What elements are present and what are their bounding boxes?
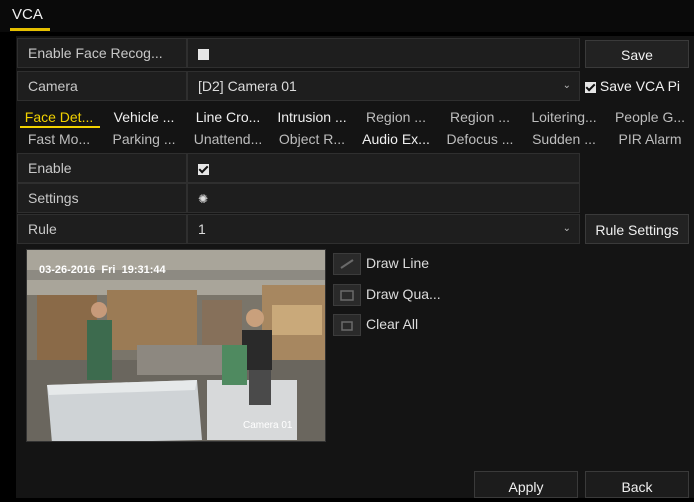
save-vca-label: Save VCA Pi: [599, 78, 681, 94]
timestamp-date: 03-26-2016: [39, 264, 96, 276]
camera-preview[interactable]: 03-26-2016 Fri 19:31:44 Camera 01: [26, 249, 326, 442]
tab-parking[interactable]: Parking ...: [103, 128, 185, 150]
apply-button[interactable]: Apply: [474, 471, 578, 498]
tab-pir-alarm[interactable]: PIR Alarm: [607, 128, 693, 150]
draw-quad-label[interactable]: Draw Qua...: [366, 286, 441, 302]
save-button[interactable]: Save: [585, 40, 689, 68]
chevron-down-icon: ⌄: [562, 223, 571, 234]
enable-cell: [187, 153, 580, 183]
tab-fast-moving[interactable]: Fast Mo...: [17, 128, 101, 150]
title-bar: [0, 0, 694, 32]
draw-line-icon[interactable]: [333, 253, 361, 275]
title-underline: [10, 28, 50, 31]
gear-icon[interactable]: ✺: [198, 192, 208, 206]
tab-intrusion[interactable]: Intrusion ...: [271, 106, 353, 128]
tab-region-exiting[interactable]: Region ...: [439, 106, 521, 128]
camera-select[interactable]: [D2] Camera 01 ⌄: [187, 71, 580, 101]
timestamp-day: Fri: [101, 264, 116, 276]
window-title: VCA: [12, 6, 43, 23]
rule-settings-button[interactable]: Rule Settings: [585, 214, 689, 244]
tabs-row-2: Fast Mo... Parking ... Unattend... Objec…: [17, 128, 694, 150]
tab-people-gathering[interactable]: People G...: [607, 106, 693, 128]
clear-all-label[interactable]: Clear All: [366, 316, 418, 332]
tab-audio-exception[interactable]: Audio Ex...: [355, 128, 437, 150]
save-vca-checkbox[interactable]: [585, 81, 596, 93]
draw-quad-icon[interactable]: [333, 284, 361, 306]
rule-value: 1: [198, 221, 206, 237]
timestamp-overlay: 03-26-2016 Fri 19:31:44: [39, 264, 166, 276]
tab-unattended-baggage[interactable]: Unattend...: [187, 128, 269, 150]
settings-cell: ✺: [187, 183, 580, 213]
tab-line-crossing[interactable]: Line Cro...: [187, 106, 269, 128]
draw-line-label[interactable]: Draw Line: [366, 255, 429, 271]
tab-defocus[interactable]: Defocus ...: [439, 128, 521, 150]
rule-select[interactable]: 1 ⌄: [187, 214, 580, 244]
tab-face-detection[interactable]: Face Det...: [17, 106, 101, 128]
camera-label: Camera: [17, 71, 187, 101]
chevron-down-icon: ⌄: [562, 80, 571, 91]
camera-value: [D2] Camera 01: [198, 78, 297, 94]
enable-label: Enable: [17, 153, 187, 183]
settings-label: Settings: [17, 183, 187, 213]
enable-face-cell: [187, 38, 580, 68]
tab-region-entrance[interactable]: Region ...: [355, 106, 437, 128]
enable-face-checkbox[interactable]: [198, 48, 209, 60]
save-vca-option[interactable]: Save VCA Pi: [585, 71, 694, 101]
clear-all-icon[interactable]: [333, 314, 361, 336]
tab-vehicle[interactable]: Vehicle ...: [103, 106, 185, 128]
warehouse-scene-image: [27, 250, 325, 441]
tab-sudden-scene-change[interactable]: Sudden ...: [523, 128, 605, 150]
tabs-row-1: Face Det... Vehicle ... Line Cro... Intr…: [17, 106, 694, 128]
rule-label: Rule: [17, 214, 187, 244]
back-button[interactable]: Back: [585, 471, 689, 498]
enable-face-label: Enable Face Recog...: [17, 38, 187, 68]
tab-object-removal[interactable]: Object R...: [271, 128, 353, 150]
timestamp-time: 19:31:44: [121, 264, 166, 276]
enable-checkbox[interactable]: [198, 163, 209, 175]
camera-name-overlay: Camera 01: [243, 420, 293, 431]
tab-loitering[interactable]: Loitering...: [523, 106, 605, 128]
